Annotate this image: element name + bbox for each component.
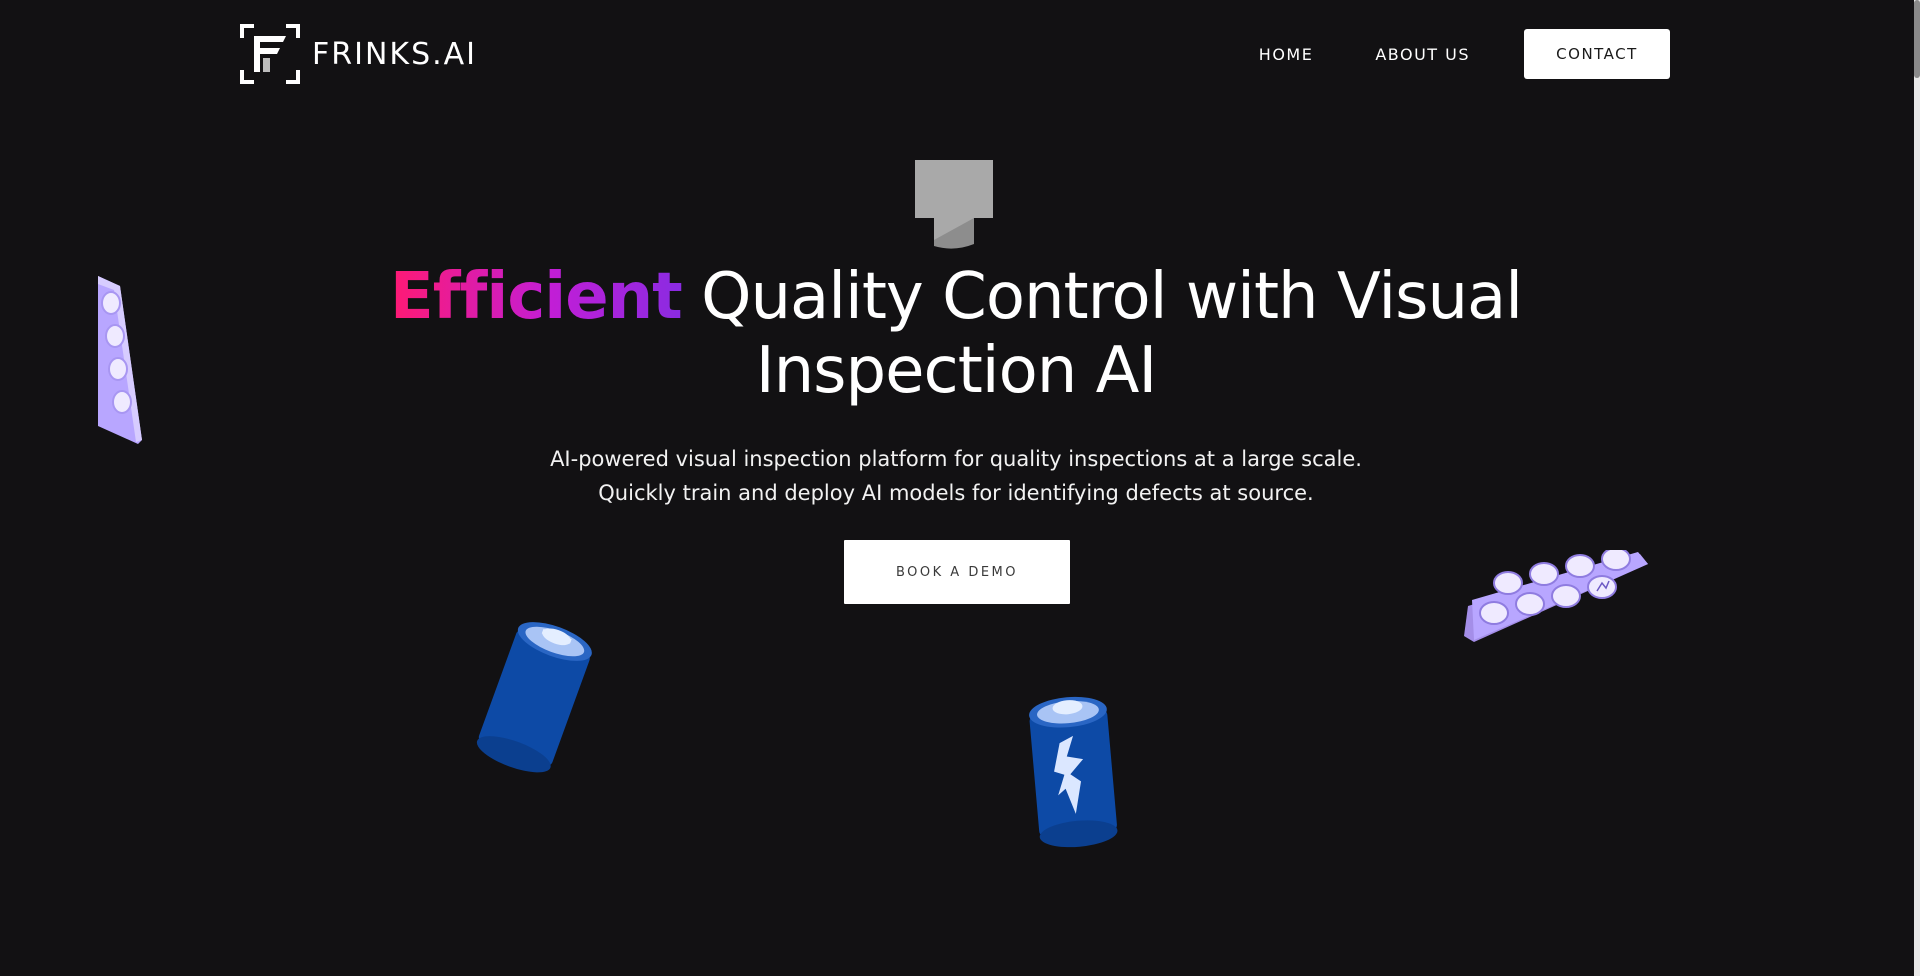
scrollbar-track[interactable] — [1914, 0, 1920, 976]
nav-about-us[interactable]: ABOUT US — [1375, 45, 1470, 64]
frinks-logo-icon — [240, 24, 300, 84]
page: FRINKS.AI HOME ABOUT US CONTACT Efficien… — [0, 0, 1914, 976]
hero-title-accent: Efficient — [389, 260, 683, 334]
main-nav: HOME ABOUT US CONTACT — [1259, 29, 1670, 79]
logo-text: FRINKS.AI — [312, 36, 478, 72]
nav-home[interactable]: HOME — [1259, 45, 1314, 64]
hero-subtitle-line-1: AI-powered visual inspection platform fo… — [550, 447, 1362, 471]
hero-subtitle: AI-powered visual inspection platform fo… — [440, 442, 1472, 510]
hero-title: Efficient Quality Control with Visual In… — [340, 260, 1572, 408]
scrollbar-thumb[interactable] — [1914, 0, 1920, 78]
defective-battery-icon — [1029, 696, 1118, 848]
camera-icon — [915, 160, 993, 249]
contact-button[interactable]: CONTACT — [1524, 29, 1670, 79]
hero-title-rest: Quality Control with Visual Inspection A… — [681, 260, 1523, 408]
hero-subtitle-line-2: Quickly train and deploy AI models for i… — [598, 481, 1314, 505]
defective-pill-blister-icon — [1464, 550, 1648, 642]
book-demo-button[interactable]: BOOK A DEMO — [844, 540, 1070, 604]
logo-link[interactable]: FRINKS.AI — [240, 24, 477, 84]
pill-blister-icon — [98, 276, 142, 444]
battery-icon — [476, 622, 592, 773]
